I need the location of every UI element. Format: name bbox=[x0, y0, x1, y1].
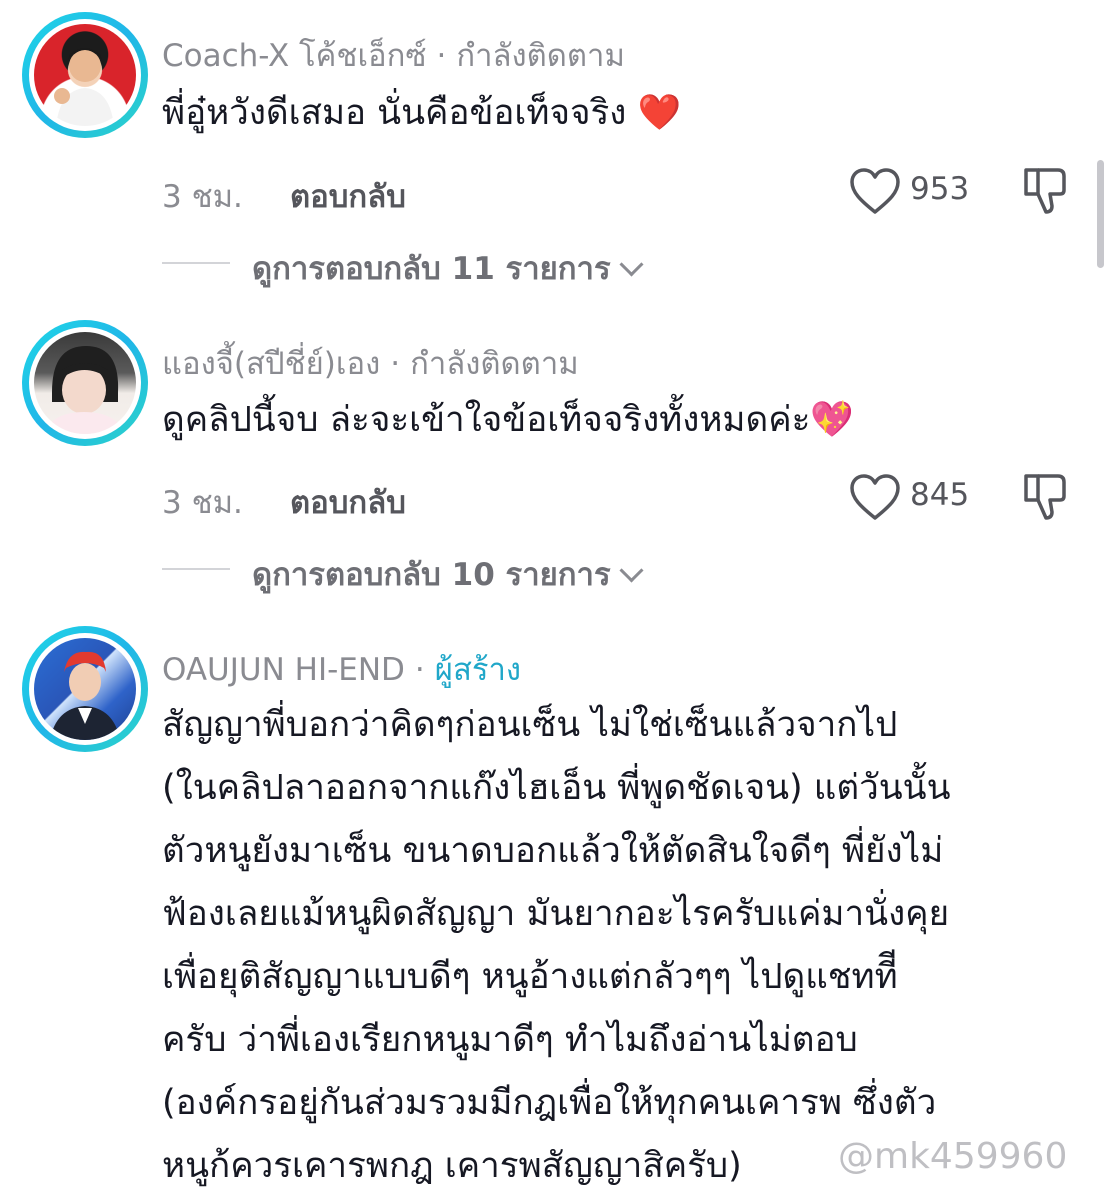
scrollbar[interactable] bbox=[1097, 160, 1104, 268]
reply-button[interactable]: ตอบกลับ bbox=[290, 477, 406, 527]
follow-status: กำลังติดตาม bbox=[456, 38, 625, 74]
divider-line bbox=[162, 262, 230, 264]
avatar[interactable] bbox=[22, 320, 148, 446]
view-replies-button[interactable]: ดูการตอบกลับ 11 รายการ bbox=[252, 243, 644, 293]
comment-text-line: ฟ้องเลยแม้หนูผิดสัญญา มันยากอะไรครับแค่ม… bbox=[162, 894, 950, 934]
comment-text-line: ตัวหนูยังมาเซ็น ขนาดบอกแล้วให้ตัดสินใจดี… bbox=[162, 831, 944, 871]
comment-text-line: (ในคลิปลาออกจากแก๊งไฮเอ็น พี่พูดชัดเจน) … bbox=[162, 768, 951, 808]
comment-text: สัญญาพี่บอกว่าคิดๆก่อนเซ็น ไม่ใช่เซ็นแล้… bbox=[162, 694, 1082, 1198]
heart-icon[interactable] bbox=[848, 166, 902, 216]
comment-username[interactable]: Coach-X โค้ชเอ็กซ์ · กำลังติดตาม bbox=[162, 30, 625, 80]
comment-username[interactable]: แองจี้(สปีชี่ย์)เอง · กำลังติดตาม bbox=[162, 338, 579, 388]
username-text[interactable]: แองจี้(สปีชี่ย์)เอง bbox=[162, 346, 380, 382]
comment-text-line: สัญญาพี่บอกว่าคิดๆก่อนเซ็น ไม่ใช่เซ็นแล้… bbox=[162, 705, 898, 745]
comment-username[interactable]: OAUJUN HI-END · ผู้สร้าง bbox=[162, 644, 521, 694]
comment-text: ดูคลิปนี้จบ ล่ะจะเข้าใจข้อเท็จจริงทั้งหม… bbox=[162, 400, 854, 440]
comment-text: พี่อู๋หวังดีเสมอ นั่นคือข้อเท็จจริง ❤️ bbox=[162, 93, 682, 133]
username-text[interactable]: Coach-X โค้ชเอ็กซ์ bbox=[162, 38, 426, 74]
separator-dot: · bbox=[414, 652, 425, 688]
separator-dot: · bbox=[436, 38, 447, 74]
separator-dot: · bbox=[390, 346, 401, 382]
view-replies-label[interactable]: ดูการตอบกลับ 10 รายการ bbox=[252, 557, 611, 593]
avatar[interactable] bbox=[22, 12, 148, 138]
like-count: 845 bbox=[910, 477, 970, 513]
chevron-down-icon bbox=[619, 558, 644, 583]
chevron-down-icon bbox=[619, 252, 644, 277]
view-replies-label[interactable]: ดูการตอบกลับ 11 รายการ bbox=[252, 251, 611, 287]
avatar-person-icon bbox=[54, 48, 114, 126]
dislike-icon[interactable] bbox=[1018, 468, 1072, 522]
follow-status: กำลังติดตาม bbox=[410, 346, 579, 382]
creator-badge: ผู้สร้าง bbox=[434, 652, 522, 688]
comment-text-line: (องค์กรอยู่กันส่วมรวมมีกฎเพื่อให้ทุกคนเค… bbox=[162, 1083, 937, 1123]
comment-text-line: ครับ ว่าพี่เองเรียกหนูมาดีๆ ทำไมถึงอ่านไ… bbox=[162, 1020, 858, 1060]
watermark: @mk459960 bbox=[838, 1136, 1068, 1177]
comment-text-line: เพื่อยุติสัญญาแบบดีๆ หนูอ้างแต่กลัวๆๆ ไป… bbox=[162, 957, 898, 997]
reply-button[interactable]: ตอบกลับ bbox=[290, 171, 406, 221]
avatar[interactable] bbox=[22, 626, 148, 752]
comment-time: 3 ชม. bbox=[162, 179, 243, 215]
avatar-person-icon bbox=[44, 346, 126, 434]
comment-time: 3 ชม. bbox=[162, 485, 243, 521]
heart-icon[interactable] bbox=[848, 472, 902, 522]
view-replies-button[interactable]: ดูการตอบกลับ 10 รายการ bbox=[252, 549, 644, 599]
avatar-person-icon bbox=[50, 651, 120, 740]
like-count: 953 bbox=[910, 171, 970, 207]
divider-line bbox=[162, 568, 230, 570]
dislike-icon[interactable] bbox=[1018, 162, 1072, 216]
username-text[interactable]: OAUJUN HI-END bbox=[162, 652, 405, 688]
